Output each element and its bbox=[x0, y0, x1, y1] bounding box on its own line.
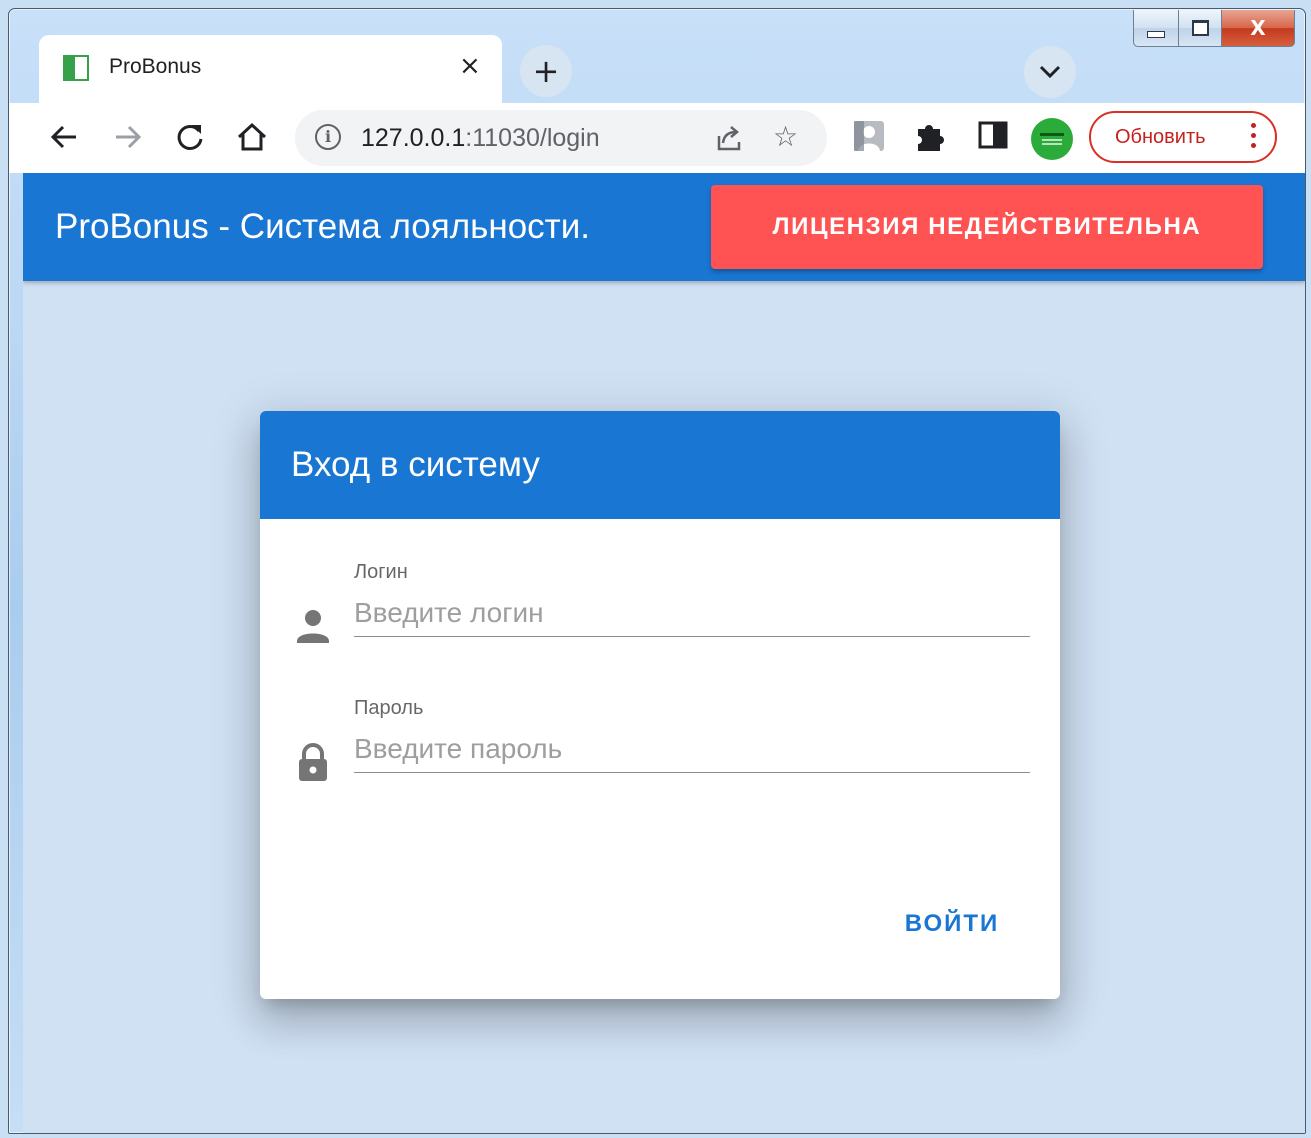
probonus-favicon-icon bbox=[63, 55, 89, 81]
address-url: 127.0.0.1:11030/login bbox=[361, 124, 600, 153]
page-viewport: ProBonus - Система лояльности. ЛИЦЕНЗИЯ … bbox=[23, 173, 1305, 1133]
back-arrow-icon bbox=[50, 125, 76, 149]
license-button-label: ЛИЦЕНЗИЯ НЕДЕЙСТВИТЕЛЬНА bbox=[772, 213, 1202, 240]
browser-toolbar: i 127.0.0.1:11030/login ☆ Обновить bbox=[9, 103, 1305, 173]
update-button-label: Обновить bbox=[1115, 126, 1206, 148]
profile-extension-icon[interactable] bbox=[852, 119, 886, 153]
login-card: Вход в систему Логин Пароль ВОЙТИ bbox=[260, 411, 1060, 999]
license-invalid-button[interactable]: ЛИЦЕНЗИЯ НЕДЕЙСТВИТЕЛЬНА bbox=[711, 185, 1263, 269]
update-browser-button[interactable]: Обновить bbox=[1089, 111, 1277, 163]
login-field: Логин bbox=[292, 561, 1030, 651]
password-field: Пароль bbox=[292, 697, 1030, 787]
info-icon[interactable]: i bbox=[315, 124, 341, 150]
reload-icon bbox=[177, 124, 203, 150]
maximize-button[interactable] bbox=[1179, 10, 1222, 47]
window-close-button[interactable]: X bbox=[1222, 10, 1295, 47]
window-controls: X bbox=[1133, 10, 1295, 47]
tab-close-icon[interactable]: × bbox=[459, 51, 481, 81]
login-submit-button[interactable]: ВОЙТИ bbox=[887, 893, 1017, 955]
login-card-header: Вход в систему bbox=[260, 411, 1060, 519]
close-icon: X bbox=[1250, 16, 1266, 40]
url-host: 127.0.0.1 bbox=[361, 124, 466, 152]
back-button[interactable] bbox=[43, 116, 85, 158]
forward-arrow-icon bbox=[116, 125, 142, 149]
browser-window: X ProBonus × + i 127.0.0.1:11030/login ☆ bbox=[8, 8, 1306, 1134]
home-icon bbox=[237, 122, 267, 151]
puzzle-icon[interactable] bbox=[914, 119, 946, 153]
new-tab-button[interactable]: + bbox=[520, 45, 572, 97]
side-panel-icon[interactable] bbox=[977, 119, 1009, 151]
minimize-button[interactable] bbox=[1133, 10, 1179, 47]
tab-search-button[interactable] bbox=[1024, 46, 1076, 98]
login-input[interactable] bbox=[354, 589, 1030, 637]
password-input[interactable] bbox=[354, 725, 1030, 773]
password-label: Пароль bbox=[354, 697, 424, 719]
kaspersky-icon[interactable] bbox=[1030, 117, 1074, 161]
app-title: ProBonus - Система лояльности. bbox=[55, 207, 590, 246]
url-path: :11030/login bbox=[465, 124, 600, 152]
browser-tab[interactable]: ProBonus × bbox=[39, 35, 502, 103]
forward-button[interactable] bbox=[107, 116, 149, 158]
tab-title: ProBonus bbox=[109, 55, 202, 78]
login-label: Логин bbox=[354, 561, 408, 583]
reload-button[interactable] bbox=[169, 116, 211, 158]
chevron-down-icon bbox=[1039, 65, 1061, 79]
login-submit-label: ВОЙТИ bbox=[904, 910, 1000, 937]
address-bar[interactable]: i 127.0.0.1:11030/login ☆ bbox=[295, 110, 827, 166]
plus-icon: + bbox=[532, 52, 560, 90]
minimize-icon bbox=[1147, 30, 1165, 38]
share-icon[interactable] bbox=[713, 122, 745, 154]
home-button[interactable] bbox=[231, 116, 273, 158]
more-vert-icon[interactable] bbox=[1251, 123, 1257, 153]
app-bar: ProBonus - Система лояльности. ЛИЦЕНЗИЯ … bbox=[23, 173, 1305, 281]
lock-icon bbox=[299, 743, 327, 781]
person-icon bbox=[297, 610, 329, 643]
star-icon[interactable]: ☆ bbox=[773, 120, 798, 153]
maximize-icon bbox=[1191, 20, 1209, 36]
login-card-title: Вход в систему bbox=[291, 445, 540, 484]
